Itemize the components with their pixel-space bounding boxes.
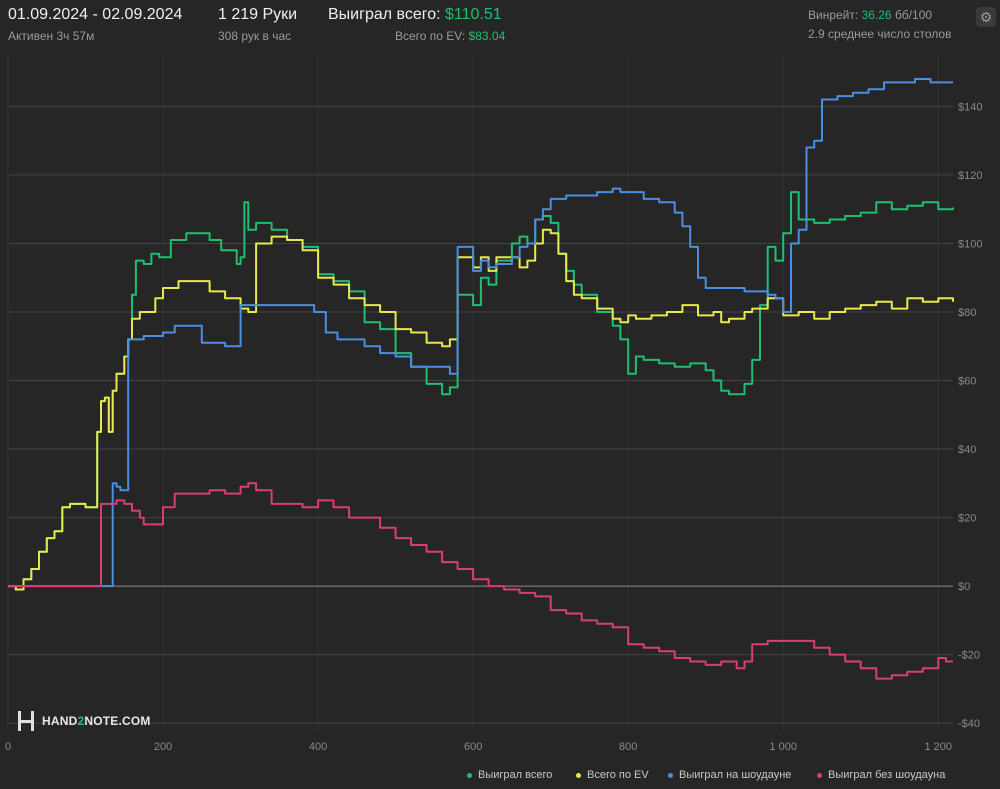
ev-value: $83.04 xyxy=(468,29,506,43)
x-tick-label: 0 xyxy=(5,741,11,753)
legend-item-won-total[interactable]: Выиграл всего xyxy=(467,769,552,781)
y-tick-label: $40 xyxy=(958,444,976,456)
series-line-won-total xyxy=(8,191,954,591)
legend-dot xyxy=(817,772,822,778)
series-line-non-showdown xyxy=(8,482,953,680)
y-tick-label: $20 xyxy=(958,513,976,525)
won-total-label: Выиграл всего: xyxy=(328,6,441,23)
logo-mark-icon xyxy=(16,711,36,731)
won-total-value: $110.51 xyxy=(445,6,502,23)
y-tick-label: -$20 xyxy=(958,650,980,662)
y-tick-label: $140 xyxy=(958,101,982,113)
won-total: Выиграл всего: $110.51 xyxy=(328,6,502,24)
legend-item-showdown[interactable]: Выиграл на шоудауне xyxy=(668,769,791,781)
chart: 0 200 400 600 800 1 000 1 200 -$40 -$20 $0 $20 $40 $… xyxy=(5,55,982,753)
y-tick-label: -$40 xyxy=(958,718,980,730)
x-tick-label: 600 xyxy=(464,741,482,753)
winrate: Винрейт: 36.26 бб/100 xyxy=(808,8,932,22)
y-tick-label: $80 xyxy=(958,307,976,319)
legend-item-ev[interactable]: Всего по EV xyxy=(576,769,649,781)
date-range: 01.09.2024 - 02.09.2024 xyxy=(8,6,183,23)
x-tick-label: 1 200 xyxy=(925,741,953,753)
logo-text: HAND2NOTE.COM xyxy=(42,714,151,728)
hands-per-hour: 308 рук в час xyxy=(218,29,292,43)
series-line-showdown xyxy=(8,78,953,588)
legend-dot xyxy=(576,772,581,778)
y-tick-label: $100 xyxy=(958,238,982,250)
x-tick-label: 400 xyxy=(309,741,327,753)
y-tick-label: $60 xyxy=(958,376,976,388)
winrate-value: 36.26 xyxy=(861,8,892,22)
avg-tables: 2.9 среднее число столов xyxy=(808,27,952,41)
hands-count: 1 219 Руки xyxy=(218,6,298,23)
y-tick-label: $0 xyxy=(958,581,970,593)
x-tick-label: 800 xyxy=(619,741,637,753)
ev-label: Всего по EV: xyxy=(395,29,466,43)
active-time: Активен 3ч 57м xyxy=(8,29,95,43)
legend-dot xyxy=(668,772,673,778)
y-tick-label: $120 xyxy=(958,170,982,182)
x-tick-label: 200 xyxy=(154,741,172,753)
legend-dot xyxy=(467,772,472,778)
gear-icon[interactable]: ⚙ xyxy=(976,7,996,27)
x-tick-label: 1 000 xyxy=(769,741,797,753)
legend-item-non-showdown[interactable]: Выиграл без шоудауна xyxy=(817,769,945,781)
logo: HAND2NOTE.COM xyxy=(16,711,151,731)
ev-total: Всего по EV: $83.04 xyxy=(395,29,505,43)
winrate-unit: бб/100 xyxy=(894,8,933,22)
winrate-label: Винрейт: xyxy=(808,8,859,22)
